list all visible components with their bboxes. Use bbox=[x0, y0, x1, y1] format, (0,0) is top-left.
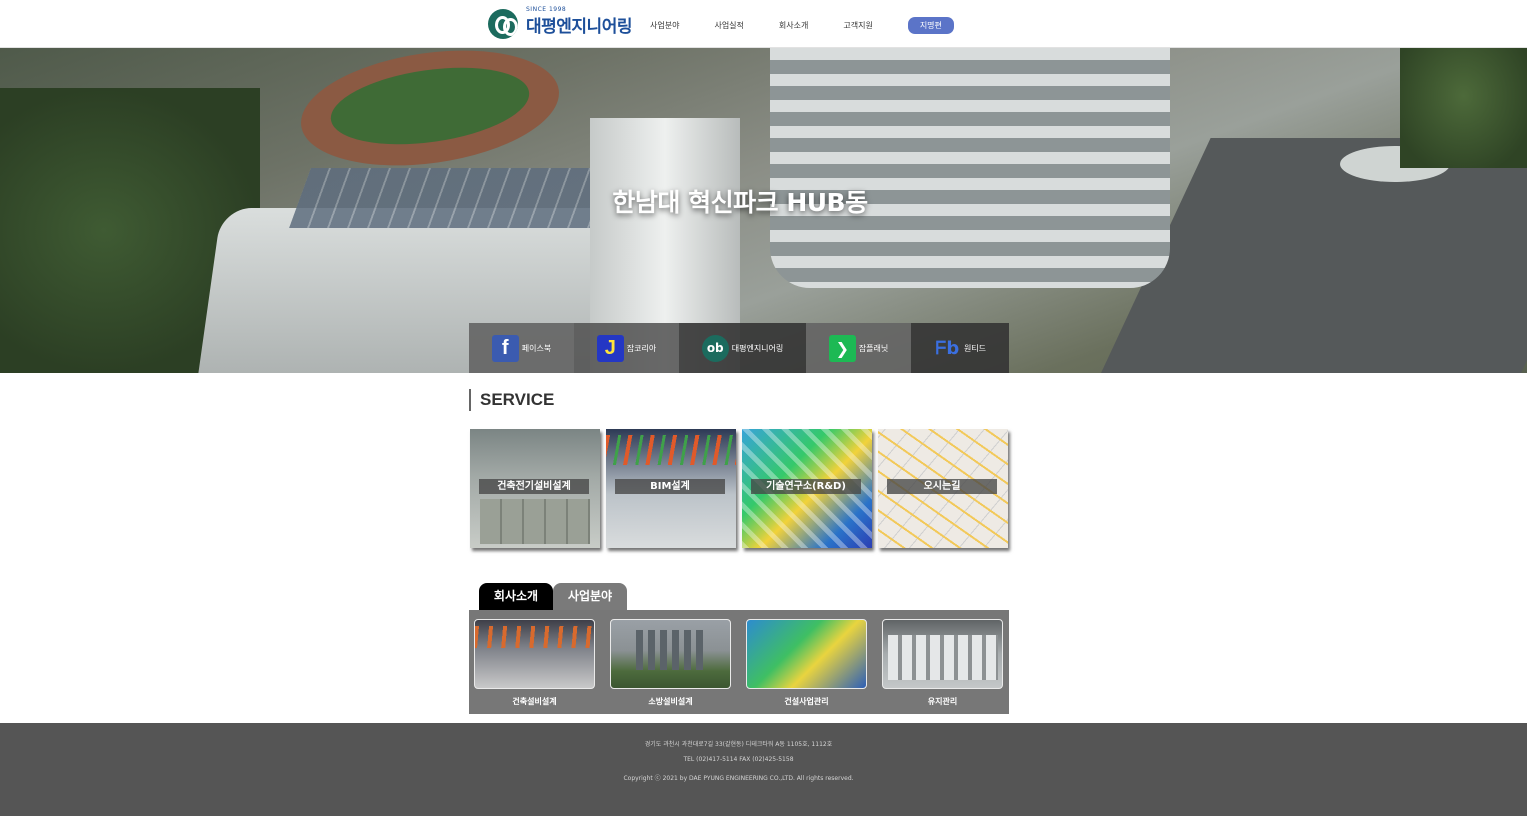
jobkorea-icon: J bbox=[596, 334, 624, 362]
hero-trees-right bbox=[1400, 48, 1527, 168]
hero-title: 한남대 혁신파크 HUB동 bbox=[612, 188, 868, 217]
footer-contact: TEL (02)417-5114 FAX (02)425-5158 bbox=[683, 756, 794, 763]
social-bar: f 페이스북 J 잡코리아 ob 대평엔지니어링 ❯ 잡플래닛 ᖴb 원티드 bbox=[469, 323, 1009, 373]
social-label: 원티드 bbox=[963, 343, 987, 353]
social-label: 페이스북 bbox=[521, 343, 552, 353]
logo-mark-icon bbox=[488, 9, 518, 39]
social-label: 대평엔지니어링 bbox=[731, 343, 784, 353]
tab-bar: 회사소개 사업분야 bbox=[479, 583, 627, 610]
service-cards: 건축전기설비설계 BIM설계 기술연구소(R&D) 오시는길 bbox=[470, 429, 1014, 548]
thumb-maintenance[interactable] bbox=[882, 619, 1003, 689]
thumb-label: 건축설비설계 bbox=[512, 697, 557, 706]
tab-panel: 건축설비설계 소방설비설계 건설사업관리 유지관리 bbox=[469, 610, 1009, 714]
hero-building-right bbox=[770, 48, 1170, 288]
social-label: 잡플래닛 bbox=[858, 343, 889, 353]
daepyung-logo-icon: ob bbox=[701, 334, 729, 362]
nav-item-business[interactable]: 사업분야 bbox=[650, 20, 679, 34]
card-label: BIM설계 bbox=[615, 479, 725, 494]
card-label: 기술연구소(R&D) bbox=[751, 479, 861, 494]
site-footer: 경기도 과천시 과천대로7길 33(갈현동) 디테크타워 A동 1105호, 1… bbox=[0, 723, 1527, 816]
thumb-label: 소방설비설계 bbox=[648, 697, 693, 706]
logo-name: 대평엔지니어링 bbox=[526, 16, 632, 37]
service-card-directions[interactable]: 오시는길 bbox=[878, 429, 1008, 548]
card-label: 건축전기설비설계 bbox=[479, 479, 589, 494]
service-card-rnd[interactable]: 기술연구소(R&D) bbox=[742, 429, 872, 548]
social-facebook[interactable]: f 페이스북 bbox=[469, 323, 574, 373]
nav-item-about[interactable]: 회사소개 bbox=[779, 20, 808, 34]
social-daepyung[interactable]: ob 대평엔지니어링 bbox=[679, 323, 806, 373]
wanted-icon: ᖴb bbox=[935, 337, 960, 359]
site-header: SINCE 1998 대평엔지니어링 사업분야 사업실적 회사소개 고객지원 지… bbox=[0, 0, 1527, 48]
service-card-bim[interactable]: BIM설계 bbox=[606, 429, 736, 548]
tab-company[interactable]: 회사소개 bbox=[479, 583, 553, 610]
thumb-label: 건설사업관리 bbox=[784, 697, 829, 706]
logo-since: SINCE 1998 bbox=[526, 5, 567, 13]
footer-address: 경기도 과천시 과천대로7길 33(갈현동) 디테크타워 A동 1105호, 1… bbox=[644, 741, 833, 748]
footer-copyright: Copyright ⓒ 2021 by DAE PYUNG ENGINEERIN… bbox=[623, 775, 854, 782]
service-heading: SERVICE bbox=[469, 389, 554, 411]
thumb-building-equipment[interactable] bbox=[474, 619, 595, 689]
social-wanted[interactable]: ᖴb 원티드 bbox=[911, 323, 1009, 373]
logo-text: SINCE 1998 대평엔지니어링 bbox=[526, 6, 632, 37]
thumb-label: 유지관리 bbox=[927, 697, 958, 706]
social-jobkorea[interactable]: J 잡코리아 bbox=[574, 323, 679, 373]
tab-business[interactable]: 사업분야 bbox=[553, 583, 627, 610]
nav-item-projects[interactable]: 사업실적 bbox=[714, 20, 743, 34]
social-label: 잡코리아 bbox=[626, 343, 657, 353]
nav-item-support[interactable]: 고객지원 bbox=[843, 20, 872, 34]
social-jobplanet[interactable]: ❯ 잡플래닛 bbox=[806, 323, 911, 373]
thumb-fire-equipment[interactable] bbox=[610, 619, 731, 689]
main-nav: 사업분야 사업실적 회사소개 고객지원 지명편 bbox=[650, 17, 989, 34]
saramin-icon: ❯ bbox=[828, 334, 856, 362]
thumb-construction-management[interactable] bbox=[746, 619, 867, 689]
service-card-electrical[interactable]: 건축전기설비설계 bbox=[470, 429, 600, 548]
facebook-icon: f bbox=[491, 334, 519, 362]
nav-item-active[interactable]: 지명편 bbox=[907, 17, 954, 34]
logo[interactable]: SINCE 1998 대평엔지니어링 bbox=[488, 6, 632, 41]
card-label: 오시는길 bbox=[887, 479, 997, 494]
